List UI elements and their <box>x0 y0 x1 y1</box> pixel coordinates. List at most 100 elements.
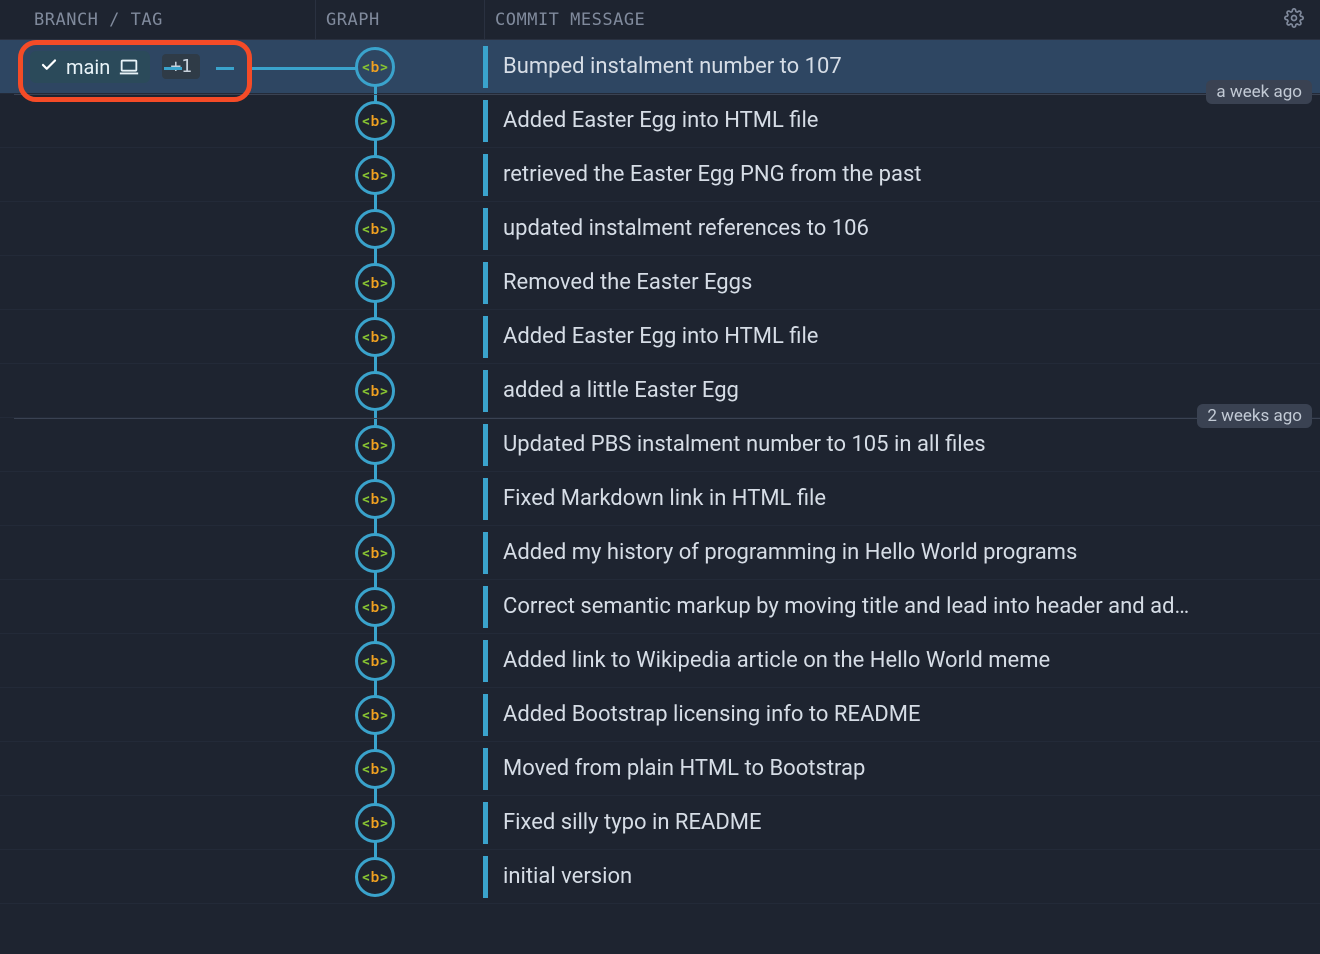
commit-node-icon: <b> <box>355 479 395 519</box>
commit-message-text: initial version <box>503 864 632 889</box>
commit-message-text: added a little Easter Egg <box>503 378 739 403</box>
graph-cell: <b> <box>315 472 483 526</box>
commit-row[interactable]: <b> Moved from plain HTML to Bootstrap <box>0 742 1320 796</box>
graph-cell: <b> <box>315 688 483 742</box>
commit-message-cell: Added Easter Egg into HTML file <box>483 316 1320 358</box>
header-commit-message: COMMIT MESSAGE <box>485 10 1320 30</box>
commit-row[interactable]: <b> Added Bootstrap licensing info to REA… <box>0 688 1320 742</box>
commit-message-text: Added Easter Egg into HTML file <box>503 108 818 133</box>
graph-cell: <b> <box>315 148 483 202</box>
commit-row[interactable]: <b> Added link to Wikipedia article on th… <box>0 634 1320 688</box>
commit-node-icon: <b> <box>355 209 395 249</box>
commit-row[interactable]: <b> Correct semantic markup by moving tit… <box>0 580 1320 634</box>
commit-message-cell: Correct semantic markup by moving title … <box>483 586 1320 628</box>
time-divider-line <box>14 94 1320 95</box>
commit-row[interactable]: <b> Added Easter Egg into HTML file <box>0 94 1320 148</box>
commit-message-cell: retrieved the Easter Egg PNG from the pa… <box>483 154 1320 196</box>
graph-cell: <b> <box>315 256 483 310</box>
time-divider-label: 2 weeks ago <box>1197 404 1312 428</box>
commit-row[interactable]: <b> Added my history of programming in He… <box>0 526 1320 580</box>
commit-message-text: Bumped instalment number to 107 <box>503 54 842 79</box>
commit-message-text: retrieved the Easter Egg PNG from the pa… <box>503 162 922 187</box>
commit-node-icon: <b> <box>355 857 395 897</box>
commit-message-cell: Fixed Markdown link in HTML file <box>483 478 1320 520</box>
column-header-row: BRANCH / TAG GRAPH COMMIT MESSAGE <box>0 0 1320 40</box>
commit-row[interactable]: <b>Updated PBS instalment number to 105 … <box>0 418 1320 472</box>
commit-row[interactable]: <b> Added Easter Egg into HTML file <box>0 310 1320 364</box>
header-graph: GRAPH <box>316 10 484 30</box>
commit-node-icon: <b> <box>355 371 395 411</box>
branch-name: main <box>66 55 110 79</box>
graph-cell: <b> <box>315 526 483 580</box>
commit-accent-bar <box>483 262 488 304</box>
commit-message-cell: Added Easter Egg into HTML file <box>483 100 1320 142</box>
commit-message-cell: Moved from plain HTML to Bootstrap <box>483 748 1320 790</box>
commit-accent-bar <box>483 532 488 574</box>
graph-cell: <b> <box>315 742 483 796</box>
graph-cell: <b> <box>315 364 483 418</box>
commit-node-icon: <b> <box>355 533 395 573</box>
commit-message-text: Added my history of programming in Hello… <box>503 540 1077 565</box>
commit-message-text: Fixed silly typo in README <box>503 810 762 835</box>
commit-message-cell: Updated PBS instalment number to 105 in … <box>483 424 1320 466</box>
graph-cell: <b> <box>315 418 483 472</box>
commit-node-icon: <b> <box>355 803 395 843</box>
commit-row[interactable]: <b> Removed the Easter Eggs <box>0 256 1320 310</box>
graph-connector <box>216 67 234 70</box>
commit-node-icon: <b> <box>355 641 395 681</box>
commit-message-cell: Added my history of programming in Hello… <box>483 532 1320 574</box>
commit-message-text: Added link to Wikipedia article on the H… <box>503 648 1050 673</box>
commit-accent-bar <box>483 856 488 898</box>
commit-node-icon: <b> <box>355 749 395 789</box>
commit-message-text: Removed the Easter Eggs <box>503 270 752 295</box>
commit-message-cell: Added Bootstrap licensing info to README <box>483 694 1320 736</box>
graph-connector <box>248 67 360 70</box>
commit-row[interactable]: <b> Fixed Markdown link in HTML file <box>0 472 1320 526</box>
graph-cell: <b> <box>315 310 483 364</box>
time-divider-label: a week ago <box>1206 80 1312 104</box>
graph-cell: <b> <box>315 796 483 850</box>
commit-message-cell: Removed the Easter Eggs <box>483 262 1320 304</box>
commit-message-cell: Fixed silly typo in README <box>483 802 1320 844</box>
commit-list: main+1<b>Bumped instalment number to 107… <box>0 40 1320 904</box>
commit-node-icon: <b> <box>355 155 395 195</box>
commit-row[interactable]: <b> updated instalment references to 106 <box>0 202 1320 256</box>
commit-node-icon: <b> <box>355 263 395 303</box>
graph-cell: <b> <box>315 850 483 904</box>
commit-message-cell: updated instalment references to 106 <box>483 208 1320 250</box>
commit-message-cell: initial version <box>483 856 1320 898</box>
commit-message-text: Moved from plain HTML to Bootstrap <box>503 756 865 781</box>
graph-cell: <b> <box>315 580 483 634</box>
commit-node-icon: <b> <box>355 47 395 87</box>
commit-message-text: updated instalment references to 106 <box>503 216 869 241</box>
laptop-icon <box>118 56 140 78</box>
commit-message-cell: added a little Easter Egg <box>483 370 1320 412</box>
commit-accent-bar <box>483 586 488 628</box>
commit-accent-bar <box>483 694 488 736</box>
check-icon <box>40 55 58 79</box>
commit-row[interactable]: <b> retrieved the Easter Egg PNG from the… <box>0 148 1320 202</box>
commit-accent-bar <box>483 208 488 250</box>
commit-message-cell: Added link to Wikipedia article on the H… <box>483 640 1320 682</box>
graph-cell: <b> <box>315 634 483 688</box>
graph-cell: <b> <box>315 202 483 256</box>
commit-node-icon: <b> <box>355 317 395 357</box>
commit-row[interactable]: <b> Fixed silly typo in README <box>0 796 1320 850</box>
commit-accent-bar <box>483 424 488 466</box>
commit-accent-bar <box>483 316 488 358</box>
commit-accent-bar <box>483 370 488 412</box>
commit-accent-bar <box>483 748 488 790</box>
commit-row[interactable]: main+1<b>Bumped instalment number to 107 <box>0 40 1320 94</box>
branch-pill-main[interactable]: main <box>30 51 150 83</box>
commit-message-text: Added Bootstrap licensing info to README <box>503 702 920 727</box>
graph-cell: <b> <box>315 94 483 148</box>
commit-accent-bar <box>483 46 488 88</box>
commit-row[interactable]: <b> initial version <box>0 850 1320 904</box>
commit-message-cell: Bumped instalment number to 107 <box>483 46 1320 88</box>
commit-accent-bar <box>483 478 488 520</box>
time-divider-line <box>14 418 1320 419</box>
settings-gear-icon[interactable] <box>1284 8 1306 30</box>
commit-message-text: Correct semantic markup by moving title … <box>503 594 1189 619</box>
commit-accent-bar <box>483 100 488 142</box>
commit-row[interactable]: <b> added a little Easter Egg <box>0 364 1320 418</box>
